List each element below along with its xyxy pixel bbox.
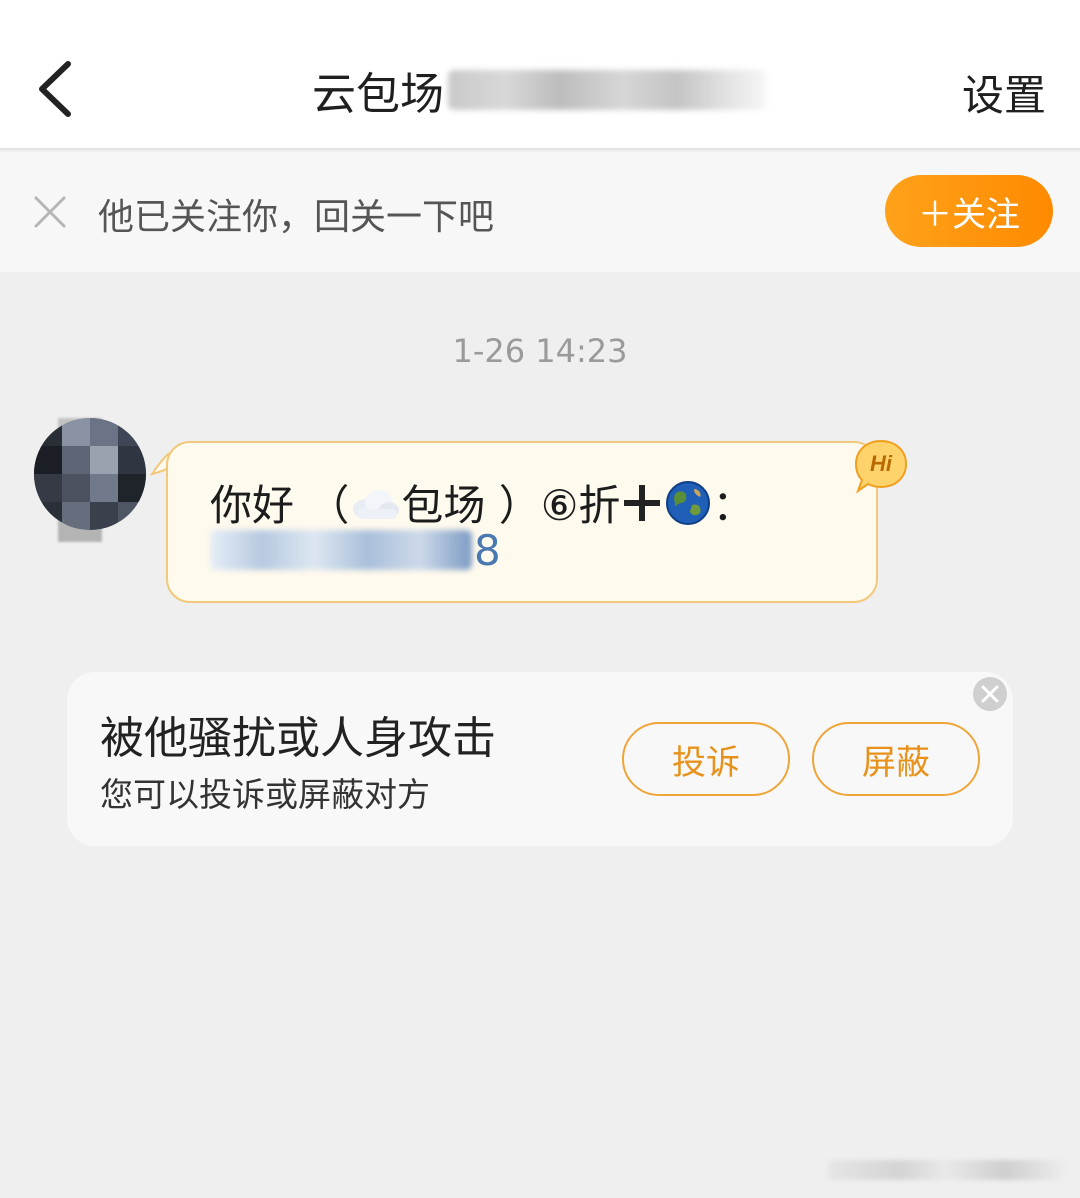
phone-number-visible: 8 xyxy=(474,525,501,575)
chevron-left-icon xyxy=(39,61,71,117)
close-icon xyxy=(34,196,66,228)
follow-button[interactable]: ＋关注 xyxy=(885,175,1053,247)
back-button[interactable] xyxy=(30,54,90,124)
message-part-colon: ： xyxy=(712,481,755,530)
message-timestamp: 1-26 14:23 xyxy=(452,332,628,370)
close-circle-icon xyxy=(973,677,1007,711)
pixelated-avatar-image xyxy=(34,418,146,530)
report-button[interactable]: 投诉 xyxy=(622,722,790,796)
chat-title: 云包场 xyxy=(312,58,766,122)
message-text-line: 你好 （ 包场 ）⑥折 ： xyxy=(210,472,754,533)
chat-page: 云包场 设置 他已关注你，回关一下吧 ＋关注 1-26 14:23 你好 （ 包… xyxy=(0,0,1080,1198)
message-part-greeting: 你好 （ xyxy=(210,481,350,530)
settings-button[interactable]: 设置 xyxy=(962,62,1046,123)
hi-greeting-icon: Hi xyxy=(854,439,908,494)
cloud-icon xyxy=(353,489,400,519)
follow-back-text: 他已关注你，回关一下吧 xyxy=(98,197,495,238)
redacted-title-blur xyxy=(448,70,766,110)
close-safety-card-button[interactable] xyxy=(972,676,1008,712)
phone-number-link[interactable]: 8 xyxy=(210,525,501,575)
dismiss-banner-button[interactable] xyxy=(30,192,70,232)
sender-avatar[interactable] xyxy=(34,418,146,530)
hi-badge-text: Hi xyxy=(870,451,893,476)
watermark xyxy=(828,1160,1064,1180)
safety-card-subtitle: 您可以投诉或屏蔽对方 xyxy=(100,775,430,814)
globe-icon xyxy=(666,480,711,525)
redacted-phone-blur xyxy=(210,530,472,570)
block-button[interactable]: 屏蔽 xyxy=(812,722,980,796)
plus-icon xyxy=(624,484,661,521)
safety-card-title: 被他骚扰或人身攻击 xyxy=(100,713,496,764)
chat-title-text: 云包场 xyxy=(312,69,444,120)
message-part-offer: 包场 ）⑥折 xyxy=(401,481,621,530)
top-nav-bar: 云包场 设置 xyxy=(0,0,1080,150)
